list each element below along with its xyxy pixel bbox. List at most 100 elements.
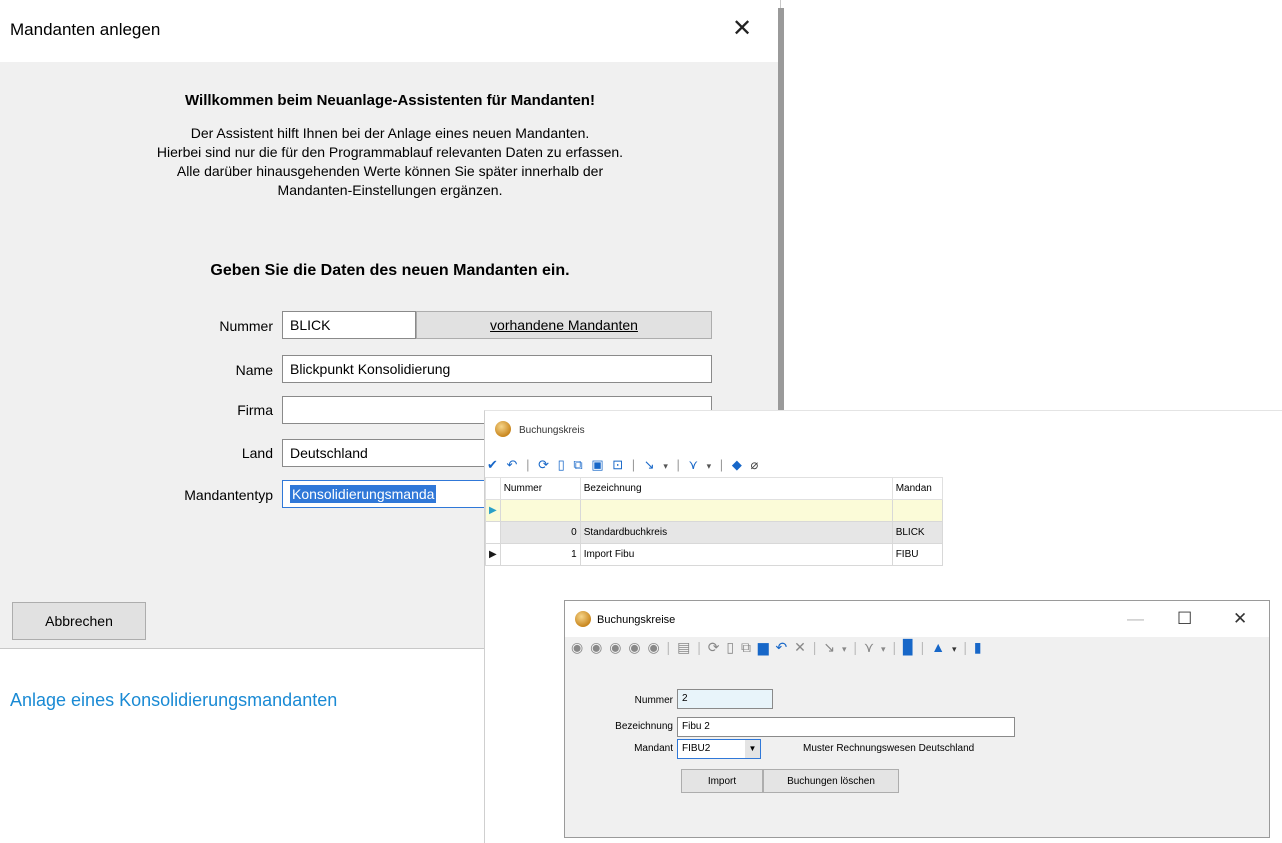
table-row[interactable]: 0 Standardbuchkreis BLICK bbox=[485, 521, 943, 544]
filter-icon[interactable]: ⋎ bbox=[688, 457, 698, 473]
dialog-titlebar: Mandanten anlegen ✕ bbox=[0, 0, 780, 62]
nummer-label: Nummer bbox=[219, 318, 273, 334]
new-icon[interactable]: ▯ bbox=[558, 457, 565, 473]
column-header[interactable]: Nummer bbox=[499, 477, 581, 500]
previous-record-icon[interactable]: ◉ bbox=[609, 639, 621, 656]
toolbar-separator: | bbox=[853, 639, 857, 655]
refresh-icon[interactable]: ⟳ bbox=[708, 639, 720, 656]
exit-door-icon[interactable]: ▮ bbox=[974, 639, 982, 656]
grid-icon[interactable]: ▤ bbox=[677, 639, 690, 656]
form-subheading: Geben Sie die Daten des neuen Mandanten … bbox=[210, 262, 570, 279]
bezeichnung-input[interactable]: Fibu 2 bbox=[677, 717, 1015, 737]
table-cell[interactable]: 1 bbox=[499, 543, 581, 566]
table-cell[interactable]: BLICK bbox=[891, 521, 943, 544]
next-record-icon[interactable]: ◉ bbox=[628, 639, 640, 656]
window-titlebar: Buchungskreise — ☐ ✕ bbox=[565, 601, 1269, 637]
current-row-indicator-icon: ▶ bbox=[485, 543, 501, 566]
sort-icon[interactable]: ↘ bbox=[644, 457, 655, 473]
save-icon[interactable]: ▆ bbox=[758, 639, 769, 656]
toolbar-separator: | bbox=[963, 639, 968, 655]
abbrechen-button[interactable]: Abbrechen bbox=[12, 602, 146, 640]
nummer-label: Nummer bbox=[634, 695, 673, 706]
chevron-down-icon[interactable]: ▾ bbox=[842, 644, 847, 655]
close-icon[interactable]: ✕ bbox=[732, 14, 752, 43]
column-header[interactable]: Bezeichnung bbox=[579, 477, 893, 500]
copy-icon[interactable]: ⧉ bbox=[573, 457, 582, 473]
filter-icon[interactable]: ⋎ bbox=[864, 639, 874, 656]
chevron-down-icon[interactable]: ▼ bbox=[745, 740, 760, 758]
document-icon[interactable]: ▉ bbox=[903, 639, 914, 656]
image-icon[interactable]: ▣ bbox=[591, 457, 603, 473]
intro-line: Der Assistent hilft Ihnen bei der Anlage… bbox=[190, 125, 590, 141]
toolbar-separator: | bbox=[719, 457, 724, 472]
land-label: Land bbox=[241, 445, 273, 461]
window-icon[interactable]: ⊡ bbox=[612, 457, 623, 473]
column-header[interactable]: Mandan bbox=[891, 477, 943, 500]
nummer-input[interactable]: BLICK bbox=[282, 311, 416, 339]
table-cell[interactable]: FIBU bbox=[891, 543, 943, 566]
toolbar-separator: | bbox=[676, 457, 680, 472]
table-cell[interactable]: Standardbuchkreis bbox=[579, 521, 893, 544]
toolbar-separator: | bbox=[892, 639, 897, 655]
detail-toolbar: ◉ ◉ ◉ ◉ ◉ | ▤ | ⟳ ▯ ⧉ ▆ ↶ ✕ | ↘ ▾ | ⋎ ▾ … bbox=[571, 639, 985, 663]
minimize-icon[interactable]: — bbox=[1127, 609, 1144, 629]
maximize-icon[interactable]: ☐ bbox=[1177, 609, 1192, 629]
chevron-down-icon[interactable]: ▾ bbox=[663, 461, 668, 472]
eraser-icon[interactable]: ⌀ bbox=[750, 457, 758, 473]
last-record-icon[interactable]: ◉ bbox=[647, 639, 659, 656]
toolbar-separator: | bbox=[812, 639, 817, 655]
import-button[interactable]: Import bbox=[681, 769, 763, 793]
delete-icon[interactable]: ✕ bbox=[794, 639, 806, 656]
refresh-icon[interactable]: ⟳ bbox=[538, 457, 549, 473]
chevron-down-icon[interactable]: ▾ bbox=[952, 644, 957, 655]
previous-page-icon[interactable]: ◉ bbox=[590, 639, 602, 656]
bezeichnung-label: Bezeichnung bbox=[615, 721, 673, 732]
name-input[interactable]: Blickpunkt Konsolidierung bbox=[282, 355, 712, 383]
buchungen-loeschen-button[interactable]: Buchungen löschen bbox=[763, 769, 899, 793]
chevron-down-icon[interactable]: ▾ bbox=[707, 461, 712, 472]
toolbar-separator: | bbox=[697, 639, 701, 655]
table-cell[interactable] bbox=[891, 499, 943, 522]
toolbar-separator: | bbox=[920, 639, 925, 655]
toolbar-separator: | bbox=[666, 639, 671, 655]
intro-line: Hierbei sind nur die für den Programmabl… bbox=[156, 144, 624, 160]
undo-icon[interactable]: ↶ bbox=[776, 639, 788, 656]
table-cell[interactable]: 0 bbox=[499, 521, 581, 544]
new-icon[interactable]: ▯ bbox=[726, 639, 734, 656]
window-title: Buchungskreise bbox=[597, 614, 676, 626]
name-label: Name bbox=[235, 362, 273, 378]
mandantentyp-label: Mandantentyp bbox=[184, 487, 273, 503]
check-icon[interactable]: ✔ bbox=[487, 457, 498, 473]
print-icon[interactable]: ▲ bbox=[931, 639, 945, 655]
table-cell[interactable]: Import Fibu bbox=[579, 543, 893, 566]
vorhandene-mandanten-button[interactable]: vorhandene Mandanten bbox=[416, 311, 712, 339]
new-row-indicator-icon: ▶ bbox=[485, 499, 501, 522]
toolbar-separator: | bbox=[631, 457, 636, 472]
existing-button-label: vorhandene Mandanten bbox=[490, 317, 638, 333]
row-selector-header bbox=[485, 477, 501, 500]
mandantentyp-value: Konsolidierungsmanda bbox=[290, 485, 437, 503]
buchungskreis-grid: Nummer Bezeichnung Mandan ▶ 0 Standardbu… bbox=[485, 477, 943, 566]
mandant-description: Muster Rechnungswesen Deutschland bbox=[803, 743, 975, 754]
copy-icon[interactable]: ⧉ bbox=[741, 639, 751, 656]
table-cell[interactable] bbox=[579, 499, 893, 522]
dialog-title: Mandanten anlegen bbox=[10, 20, 161, 39]
sort-icon[interactable]: ↘ bbox=[823, 639, 835, 656]
close-icon[interactable]: ✕ bbox=[1233, 609, 1247, 629]
grid-header: Nummer Bezeichnung Mandan bbox=[485, 477, 943, 500]
chevron-down-icon[interactable]: ▾ bbox=[881, 644, 886, 655]
window-title: Buchungskreis bbox=[519, 425, 585, 436]
intro-line: Mandanten-Einstellungen ergänzen. bbox=[277, 182, 503, 198]
row-selector[interactable] bbox=[485, 521, 501, 544]
list-toolbar: ✔ ↶ | ⟳ ▯ ⧉ ▣ ⊡ | ↘ ▾ | ⋎ ▾ | ◆ ⌀ bbox=[487, 457, 763, 479]
table-row[interactable]: ▶ 1 Import Fibu FIBU bbox=[485, 543, 943, 566]
intro-line: Alle darüber hinausgehenden Werte können… bbox=[176, 163, 604, 179]
table-cell[interactable] bbox=[499, 499, 581, 522]
new-row[interactable]: ▶ bbox=[485, 499, 943, 522]
undo-icon[interactable]: ↶ bbox=[507, 457, 518, 473]
nummer-field[interactable]: 2 bbox=[677, 689, 773, 709]
bucket-icon[interactable]: ◆ bbox=[732, 457, 742, 473]
first-record-icon[interactable]: ◉ bbox=[571, 639, 583, 656]
app-icon bbox=[495, 421, 511, 437]
welcome-heading: Willkommen beim Neuanlage-Assistenten fü… bbox=[185, 92, 595, 109]
